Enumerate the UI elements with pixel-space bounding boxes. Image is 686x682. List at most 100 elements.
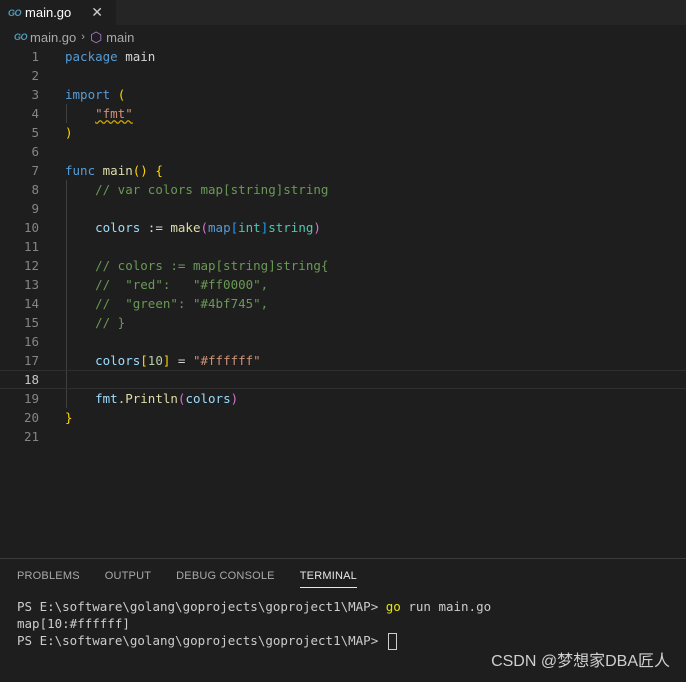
code-token: "fmt"	[95, 106, 133, 121]
code-line: 7 func main() {	[0, 161, 686, 180]
line-number: 3	[31, 87, 39, 102]
code-line: 10 colors := make(map[int]string)	[0, 218, 686, 237]
code-comment: // colors := map[string]string{	[95, 258, 329, 273]
code-line: 20}	[0, 408, 686, 427]
line-number: 5	[31, 125, 39, 140]
line-number: 11	[23, 239, 39, 254]
code-token: func	[65, 163, 96, 178]
line-number: 9	[31, 201, 39, 216]
terminal-command-args: run main.go	[400, 599, 492, 614]
code-line: 2	[0, 66, 686, 85]
line-number: 1	[31, 49, 39, 64]
code-line: 11	[0, 237, 686, 256]
breadcrumb: GO main.go › ⬡ main	[14, 28, 134, 46]
code-line: 13 // "red": "#ff0000",	[0, 275, 686, 294]
code-token: ()	[132, 163, 148, 178]
code-line: 17 colors[10] = "#ffffff"	[0, 351, 686, 370]
terminal-command: go	[385, 599, 401, 614]
code-line: 19 fmt.Println(colors)	[0, 389, 686, 408]
line-number: 18	[23, 372, 39, 387]
code-token: =	[170, 353, 193, 368]
code-comment: // "green": "#4bf745",	[95, 296, 269, 311]
code-token: string	[268, 220, 314, 235]
code-token: main	[102, 163, 133, 178]
code-line: 6	[0, 142, 686, 161]
editor-tab-bar: GO main.go ✕	[0, 0, 686, 25]
line-number: 7	[31, 163, 39, 178]
tab-label: main.go	[25, 5, 72, 20]
code-token: Println	[125, 391, 178, 406]
tab-problems[interactable]: PROBLEMS	[17, 570, 80, 588]
code-token: }	[65, 410, 73, 425]
code-token: [	[230, 220, 239, 235]
code-token: fmt	[95, 391, 118, 406]
line-number: 20	[23, 410, 39, 425]
code-token: colors	[95, 220, 141, 235]
line-number: 2	[31, 68, 39, 83]
code-token: map	[208, 220, 231, 235]
code-token: import	[65, 87, 111, 102]
code-line: 1 package main	[0, 47, 686, 66]
code-line: 4 "fmt"	[0, 104, 686, 123]
code-line: 8 // var colors map[string]string	[0, 180, 686, 199]
terminal-prompt: PS E:\software\golang\goprojects\goproje…	[17, 633, 386, 648]
line-number: 10	[23, 220, 39, 235]
line-number: 12	[23, 258, 39, 273]
line-number: 6	[31, 144, 39, 159]
code-line: 21	[0, 427, 686, 446]
line-number: 19	[23, 391, 39, 406]
tab-debug-console[interactable]: DEBUG CONSOLE	[176, 570, 275, 588]
line-number: 17	[23, 353, 39, 368]
breadcrumb-symbol[interactable]: main	[106, 30, 134, 45]
line-number: 14	[23, 296, 39, 311]
code-token: make	[170, 220, 201, 235]
terminal-line: PS E:\software\golang\goprojects\goproje…	[17, 632, 491, 650]
code-line: 3 import (	[0, 85, 686, 104]
code-token: (	[117, 87, 126, 102]
code-token: 10	[147, 353, 163, 368]
watermark: CSDN @梦想家DBA匠人	[491, 653, 670, 670]
code-line-current: 18	[0, 370, 686, 389]
code-token: [	[140, 353, 148, 368]
code-comment: // var colors map[string]string	[95, 182, 329, 197]
tab-output[interactable]: OUTPUT	[105, 570, 151, 588]
breadcrumb-file[interactable]: main.go	[30, 30, 76, 45]
go-file-icon: GO	[14, 32, 28, 42]
terminal[interactable]: PS E:\software\golang\goprojects\goproje…	[17, 598, 491, 650]
terminal-prompt: PS E:\software\golang\goprojects\goproje…	[17, 599, 386, 614]
line-number: 16	[23, 334, 39, 349]
code-line: 14 // "green": "#4bf745",	[0, 294, 686, 313]
panel-tabs: PROBLEMS OUTPUT DEBUG CONSOLE TERMINAL	[17, 570, 382, 588]
code-token: "#ffffff"	[192, 353, 261, 368]
chevron-right-icon: ›	[81, 31, 85, 43]
line-number: 13	[23, 277, 39, 292]
tab-main-go[interactable]: GO main.go ✕	[0, 0, 117, 25]
tab-terminal[interactable]: TERMINAL	[299, 570, 357, 588]
code-token: )	[313, 220, 321, 235]
code-line: 16	[0, 332, 686, 351]
code-token: {	[155, 163, 163, 178]
code-token: )	[65, 125, 73, 140]
code-editor[interactable]: 1 package main 2 3 import ( 4 "fmt" 5) 6 7…	[0, 47, 686, 446]
code-line: 15 // }	[0, 313, 686, 332]
line-number: 15	[23, 315, 39, 330]
code-token: main	[125, 49, 156, 64]
code-token: :=	[140, 220, 171, 235]
go-file-icon: GO	[8, 7, 22, 18]
line-number: 4	[31, 106, 39, 121]
code-comment: // "red": "#ff0000",	[95, 277, 269, 292]
code-token: )	[230, 391, 239, 406]
code-comment: // }	[95, 315, 126, 330]
code-line: 5)	[0, 123, 686, 142]
cube-icon: ⬡	[89, 28, 103, 45]
terminal-cursor	[387, 633, 397, 650]
close-icon[interactable]: ✕	[91, 4, 103, 21]
code-token: colors	[95, 353, 141, 368]
line-number: 21	[23, 429, 39, 444]
code-token: colors	[185, 391, 231, 406]
code-token: int	[238, 220, 261, 235]
terminal-line: PS E:\software\golang\goprojects\goproje…	[17, 598, 491, 615]
code-token: (	[200, 220, 209, 235]
line-number: 8	[31, 182, 39, 197]
code-line: 9	[0, 199, 686, 218]
